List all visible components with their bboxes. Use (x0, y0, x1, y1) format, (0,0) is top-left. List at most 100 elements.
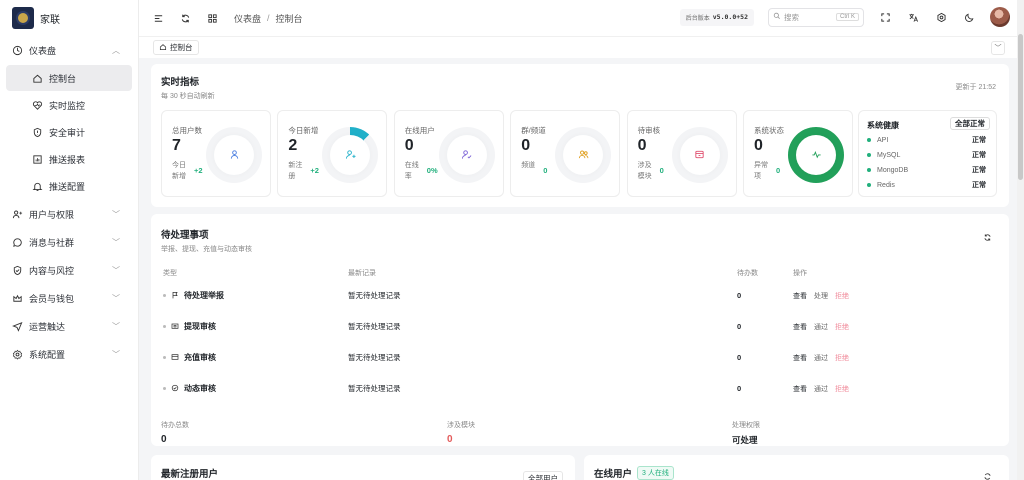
table-row[interactable]: 充值审核 暂无待处理记录 0 查看 通过 拒绝 (163, 342, 986, 373)
sidebar-group-messages[interactable]: 消息与社群 ﹀ (0, 228, 138, 256)
metric-ring-inner (330, 135, 371, 175)
table-row[interactable]: 提现审核 暂无待处理记录 0 查看 通过 拒绝 (163, 311, 986, 342)
sidebar-item-label: 推送报表 (49, 154, 86, 165)
avatar[interactable] (990, 7, 1010, 27)
updated-time: 更新于 21:52 (955, 84, 996, 91)
metric-label: 总用户数 (172, 126, 202, 135)
refresh-icon[interactable] (178, 11, 192, 25)
sidebar-item-label: 控制台 (49, 73, 77, 84)
view-button[interactable]: 查看 (793, 386, 807, 393)
refresh-icon[interactable] (983, 472, 992, 480)
metric-card[interactable]: 总用户数 7 今日新增 +2 (161, 110, 271, 197)
tabs-menu-button[interactable]: ﹀ (991, 41, 1005, 55)
approve-button[interactable]: 通过 (814, 324, 828, 331)
reject-button[interactable]: 拒绝 (835, 324, 849, 331)
search-placeholder: 搜索 (784, 12, 799, 22)
metric-label: 在线用户 (404, 126, 435, 135)
reject-button[interactable]: 拒绝 (835, 386, 849, 393)
grid-icon[interactable] (205, 11, 219, 25)
sidebar-item-console[interactable]: 控制台 (6, 65, 132, 91)
sidebar-group-system[interactable]: 系统配置 ﹀ (0, 340, 138, 368)
sidebar-item-monitor[interactable]: 实时监控 (6, 92, 132, 118)
search-input[interactable]: 搜索 Ctrl K (768, 7, 864, 27)
row-latest: 暂无待处理记录 (348, 322, 401, 331)
reject-button[interactable]: 拒绝 (835, 355, 849, 362)
row-type: 动态审核 (184, 384, 216, 393)
report-icon (32, 154, 43, 165)
page-scrollbar[interactable] (1017, 0, 1024, 480)
brand[interactable]: 家联 (0, 0, 138, 36)
row-actions: 查看 处理 拒绝 (793, 280, 986, 311)
metric-label: 系统状态 (754, 126, 784, 135)
metric-delta: 0 (776, 166, 781, 175)
status-dot (867, 153, 871, 157)
metric-card[interactable]: 系统状态 0 异常项 0 (743, 110, 853, 197)
summary-label: 涉及模块 (447, 422, 475, 429)
shield-check-icon (12, 265, 23, 276)
row-count: 0 (737, 291, 742, 300)
metric-card[interactable]: 群/频道 0 频道 0 (510, 110, 621, 197)
view-button[interactable]: 查看 (793, 355, 807, 362)
wallet-icon (171, 322, 179, 332)
row-bullet (163, 294, 166, 297)
chevron-down-icon: ﹀ (112, 237, 120, 247)
row-count: 0 (737, 322, 742, 331)
row-latest: 暂无待处理记录 (348, 353, 401, 362)
sidebar-item-push-report[interactable]: 推送报表 (6, 146, 132, 172)
sidebar-group-dashboard[interactable]: 仪表盘 ︿ (0, 36, 138, 64)
type-cell: 充值审核 (163, 342, 348, 373)
search-shortcut: Ctrl K (836, 13, 859, 21)
breadcrumb-item[interactable]: 仪表盘 (234, 12, 261, 25)
sidebar-item-audit[interactable]: 安全审计 (6, 119, 132, 145)
sidebar-group-users[interactable]: 用户与权限 ﹀ (0, 200, 138, 228)
online-users-title: 在线用户 (594, 469, 633, 480)
metric-card[interactable]: 在线用户 0 在线率 0% (393, 110, 504, 197)
table-row[interactable]: 待处理举报 暂无待处理记录 0 查看 处理 拒绝 (163, 280, 986, 311)
view-button[interactable]: 查看 (793, 293, 807, 300)
version-label: 后台版本 (685, 15, 710, 22)
health-item-name: Redis (877, 181, 895, 189)
sidebar: 家联 仪表盘 ︿ 控制台 实时监控 安全审计 推送报表 推送配置 用户与权限 ﹀… (0, 0, 139, 480)
sidebar-group-operations[interactable]: 运营触达 ﹀ (0, 312, 138, 340)
pending-table: 类型 最新记录 待办数 操作 待处理举报 暂无待处理记录 0 查看 处理 拒绝 提现… (163, 266, 986, 404)
translate-icon[interactable] (906, 10, 920, 24)
approve-button[interactable]: 通过 (814, 386, 828, 393)
health-item-status: 正常 (972, 137, 986, 144)
gear-icon (12, 349, 23, 360)
metric-card[interactable]: 今日新增 2 新注册 +2 (277, 110, 388, 197)
online-users-header: 在线用户 3 人在线 (594, 466, 674, 480)
row-count: 0 (737, 353, 742, 362)
sidebar-item-push-config[interactable]: 推送配置 (6, 173, 132, 199)
health-status-badge: 全部正常 (950, 117, 990, 130)
sidebar-group-membership[interactable]: 会员与钱包 ﹀ (0, 284, 138, 312)
breadcrumb: 仪表盘 / 控制台 (234, 12, 303, 25)
realtime-subtitle: 每 30 秒自动刷新 (161, 93, 215, 100)
scrollbar-thumb[interactable] (1018, 34, 1023, 180)
health-item-name: MySQL (877, 151, 901, 159)
tab-console[interactable]: 控制台 (153, 40, 199, 55)
refresh-icon[interactable] (983, 233, 992, 244)
sidebar-group-content[interactable]: 内容与风控 ﹀ (0, 256, 138, 284)
online-count-badge: 3 人在线 (637, 466, 674, 480)
breadcrumb-item-current: 控制台 (275, 13, 303, 24)
tab-bar: 控制台 ﹀ (139, 36, 1024, 58)
health-item-name: MongoDB (877, 166, 909, 174)
approve-button[interactable]: 通过 (814, 355, 828, 362)
menu-toggle-icon[interactable] (151, 11, 165, 25)
metric-sublabel: 在线率 (404, 162, 419, 180)
fullscreen-icon[interactable] (878, 10, 892, 24)
metric-sublabel: 涉及模块 (637, 162, 652, 180)
group-icon (578, 149, 589, 162)
settings-icon[interactable] (934, 10, 948, 24)
brand-logo (12, 7, 34, 29)
moon-icon[interactable] (962, 10, 976, 24)
all-users-button[interactable]: 全部用户 (523, 471, 563, 480)
type-cell: 提现审核 (163, 311, 348, 342)
reject-button[interactable]: 拒绝 (835, 293, 849, 300)
view-button[interactable]: 查看 (793, 324, 807, 331)
metric-card[interactable]: 待审核 0 涉及模块 0 (626, 110, 737, 197)
process-button[interactable]: 处理 (814, 293, 828, 300)
chevron-down-icon: ﹀ (112, 321, 120, 331)
table-row[interactable]: 动态审核 暂无待处理记录 0 查看 通过 拒绝 (163, 373, 986, 404)
summary-label: 待办总数 (161, 422, 189, 429)
